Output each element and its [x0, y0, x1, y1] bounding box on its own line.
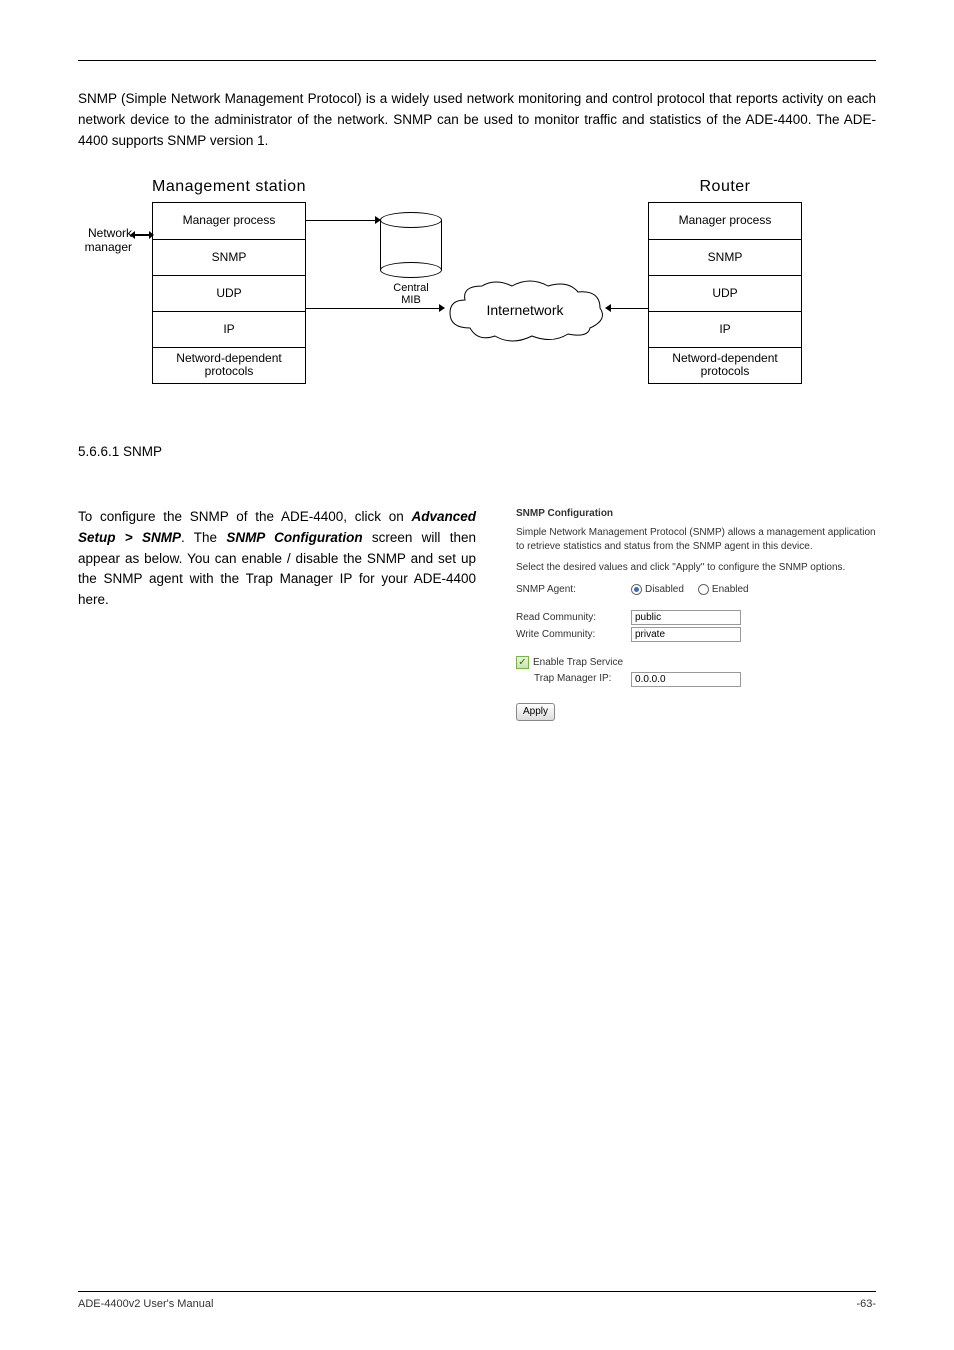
- stack-cell: UDP: [649, 275, 801, 311]
- mgmt-station-stack: Manager process SNMP UDP IP Netword-depe…: [152, 202, 306, 384]
- stack-cell: IP: [649, 311, 801, 347]
- enabled-radio[interactable]: [698, 584, 709, 595]
- arrow-line: [306, 308, 440, 310]
- snmp-agent-label: SNMP Agent:: [516, 583, 631, 597]
- snmp-architecture-diagram: Network manager Management station Manag…: [142, 178, 812, 418]
- page-number: -63-: [856, 1298, 876, 1310]
- config-title: SNMP Configuration: [516, 507, 876, 521]
- stack-cell: SNMP: [649, 239, 801, 275]
- internetwork-cloud: Internetwork: [440, 278, 610, 343]
- central-mib-label: Central MIB: [380, 282, 442, 306]
- text: . The: [181, 530, 226, 545]
- top-rule: [78, 60, 876, 61]
- arrow-line: [306, 220, 376, 222]
- section-heading: 5.6.6.1 SNMP: [78, 442, 876, 463]
- router-stack: Manager process SNMP UDP IP Netword-depe…: [648, 202, 802, 384]
- config-desc: Simple Network Management Protocol (SNMP…: [516, 526, 876, 553]
- stack-cell: UDP: [153, 275, 305, 311]
- mgmt-station-title: Management station: [152, 178, 306, 196]
- disabled-radio[interactable]: [631, 584, 642, 595]
- snmp-config-screenshot: SNMP Configuration Simple Network Manage…: [516, 507, 876, 721]
- read-community-input[interactable]: [631, 610, 741, 625]
- stack-cell: Netword-dependent protocols: [649, 347, 801, 383]
- double-arrow-icon: [134, 234, 150, 236]
- config-instr: Select the desired values and click "App…: [516, 561, 876, 575]
- stack-cell: Manager process: [649, 203, 801, 239]
- trap-ip-label: Trap Manager IP:: [534, 672, 631, 686]
- stack-cell: IP: [153, 311, 305, 347]
- stack-cell: Manager process: [153, 203, 305, 239]
- disabled-radio-label: Disabled: [645, 583, 684, 597]
- apply-button[interactable]: Apply: [516, 703, 555, 721]
- footer-title: ADE-4400v2 User's Manual: [78, 1298, 213, 1310]
- network-manager-label: Network manager: [62, 226, 132, 255]
- intro-paragraph: SNMP (Simple Network Management Protocol…: [78, 89, 876, 152]
- stack-cell: SNMP: [153, 239, 305, 275]
- enable-trap-label: Enable Trap Service: [533, 656, 623, 670]
- write-community-label: Write Community:: [516, 628, 631, 642]
- text: To configure the SNMP of the ADE-4400, c…: [78, 509, 411, 524]
- router-title: Router: [648, 178, 802, 196]
- central-mib-cylinder: Central MIB: [380, 212, 442, 278]
- enabled-radio-label: Enabled: [712, 583, 749, 597]
- cloud-label: Internetwork: [440, 278, 610, 343]
- page-footer: ADE-4400v2 User's Manual -63-: [78, 1291, 876, 1310]
- read-community-label: Read Community:: [516, 611, 631, 625]
- instruction-paragraph: To configure the SNMP of the ADE-4400, c…: [78, 507, 476, 612]
- write-community-input[interactable]: [631, 627, 741, 642]
- enable-trap-checkbox[interactable]: ✓: [516, 656, 529, 669]
- stack-cell: Netword-dependent protocols: [153, 347, 305, 383]
- arrow-line: [610, 308, 648, 310]
- screen-name: SNMP Configuration: [226, 530, 372, 545]
- trap-ip-input[interactable]: [631, 672, 741, 687]
